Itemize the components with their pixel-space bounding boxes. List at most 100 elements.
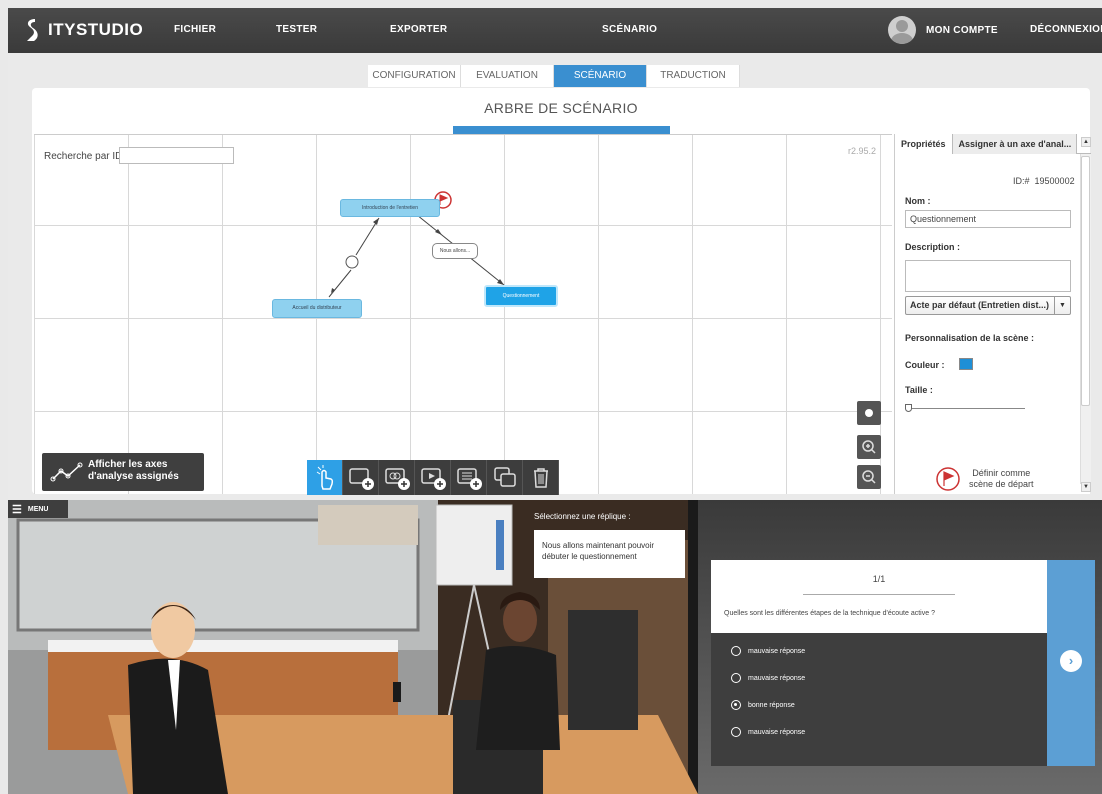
trash-icon xyxy=(534,468,548,488)
answer-option[interactable]: mauvaise réponse xyxy=(731,646,805,656)
customization-label: Personnalisation de la scène : xyxy=(905,333,1035,343)
tab-properties[interactable]: Propriétés xyxy=(895,134,953,154)
pointer-tool-button[interactable] xyxy=(307,460,343,495)
show-analysis-axes-button[interactable]: Afficher les axes d'analyse assignés xyxy=(42,453,204,491)
hand-pointer-icon xyxy=(316,465,334,490)
reply-option[interactable]: Nous allons maintenant pouvoir débuter l… xyxy=(534,530,685,578)
properties-tabs: Propriétés Assigner à un axe d'anal... xyxy=(895,134,1091,154)
tab-scenario[interactable]: SCÉNARIO xyxy=(554,65,647,87)
start-scene-label: Définir comme scène de départ xyxy=(969,468,1034,490)
node-id-label: ID:# xyxy=(1013,176,1030,186)
tab-configuration[interactable]: CONFIGURATION xyxy=(368,65,461,87)
node-accueil[interactable]: Accueil du distributeur xyxy=(272,299,362,318)
radio-selected-icon xyxy=(731,700,741,710)
add-scene-icon xyxy=(349,468,374,490)
size-label: Taille : xyxy=(905,385,933,395)
add-link-icon xyxy=(385,468,410,490)
chart-line-icon xyxy=(50,462,83,482)
size-slider-thumb[interactable] xyxy=(905,404,912,412)
zoom-in-icon xyxy=(862,440,876,454)
page-title: SCÉNARIO xyxy=(602,24,658,35)
menu-fichier[interactable]: FICHIER xyxy=(174,24,216,35)
answer-label: mauvaise réponse xyxy=(748,728,806,736)
scenario-tree-title: ARBRE DE SCÉNARIO xyxy=(484,100,638,116)
tab-traduction[interactable]: TRADUCTION xyxy=(647,65,740,87)
scroll-up-icon[interactable]: ▲ xyxy=(1081,137,1091,147)
menu-label: MENU xyxy=(27,505,49,513)
description-label: Description : xyxy=(905,242,961,252)
flag-icon xyxy=(936,467,960,491)
properties-panel: Propriétés Assigner à un axe d'anal... ▲… xyxy=(894,134,1091,494)
size-slider-track xyxy=(905,408,1025,409)
account-menu[interactable]: MON COMPTE xyxy=(888,16,998,44)
radio-icon xyxy=(731,646,741,656)
duplicate-button[interactable] xyxy=(487,460,523,495)
add-scene-button[interactable] xyxy=(343,460,379,495)
zoom-in-button[interactable] xyxy=(857,435,881,459)
properties-scrollbar-thumb[interactable] xyxy=(1081,156,1090,406)
act-select-value: Acte par défaut (Entretien dist...) xyxy=(910,300,1050,310)
add-media-icon xyxy=(421,468,446,490)
radio-icon xyxy=(731,727,741,737)
scroll-down-icon[interactable]: ▼ xyxy=(1081,482,1091,492)
next-button[interactable]: › xyxy=(1060,650,1082,672)
logo-text: ITYSTUDIO xyxy=(48,20,144,39)
node-introduction[interactable]: Introduction de l'entretien xyxy=(340,199,440,217)
node-id: ID:# 19500002 xyxy=(1013,176,1075,186)
scenario-canvas[interactable]: Recherche par ID r2.95.2 Introduction de… xyxy=(34,134,892,495)
center-view-button[interactable] xyxy=(857,401,881,425)
tree-connectors xyxy=(328,191,505,298)
target-icon xyxy=(865,409,873,417)
logo[interactable]: ITYSTUDIO xyxy=(22,17,143,43)
title-accent-bar xyxy=(453,126,670,134)
menu-tester[interactable]: TESTER xyxy=(276,24,317,35)
name-label: Nom : xyxy=(905,196,931,206)
description-field[interactable] xyxy=(905,260,1071,292)
tab-evaluation[interactable]: EVALUATION xyxy=(461,65,554,87)
menu-exporter[interactable]: EXPORTER xyxy=(390,24,447,35)
radio-icon xyxy=(731,673,741,683)
menu-button[interactable]: ☰ MENU xyxy=(8,500,68,518)
answer-label: mauvaise réponse xyxy=(748,674,806,682)
node-questionnement[interactable]: Questionnement xyxy=(484,285,558,307)
delete-button[interactable] xyxy=(523,460,559,495)
answer-label: mauvaise réponse xyxy=(748,647,806,655)
tab-assign-axis[interactable]: Assigner à un axe d'anal... xyxy=(952,134,1077,154)
size-slider[interactable] xyxy=(905,400,1025,414)
zoom-out-icon xyxy=(862,470,876,484)
app-window: ITYSTUDIO FICHIER TESTER EXPORTER SCÉNAR… xyxy=(8,8,1102,794)
question-text: Quelles sont les différentes étapes de l… xyxy=(724,610,935,617)
account-label: MON COMPTE xyxy=(926,24,998,36)
add-media-button[interactable] xyxy=(415,460,451,495)
scenario-tree-panel: ARBRE DE SCÉNARIO Recherche par ID r2.95… xyxy=(32,88,1091,495)
act-select[interactable]: Acte par défaut (Entretien dist...) ▼ xyxy=(905,296,1071,315)
zoom-out-button[interactable] xyxy=(857,465,881,489)
node-toolbar xyxy=(307,460,559,495)
avatar xyxy=(888,16,916,44)
start-scene-line1: Définir comme xyxy=(972,468,1031,478)
answer-option[interactable]: bonne réponse xyxy=(731,700,795,710)
color-swatch[interactable] xyxy=(959,358,973,370)
color-label: Couleur : xyxy=(905,360,945,370)
add-list-icon xyxy=(457,468,482,490)
set-start-scene-button[interactable]: Définir comme scène de départ xyxy=(905,464,1075,494)
answer-option[interactable]: mauvaise réponse xyxy=(731,673,805,683)
answer-option[interactable]: mauvaise réponse xyxy=(731,727,805,737)
axes-button-line2: d'analyse assignés xyxy=(88,471,179,482)
add-list-button[interactable] xyxy=(451,460,487,495)
hamburger-icon: ☰ xyxy=(12,503,22,516)
add-link-button[interactable] xyxy=(379,460,415,495)
dialogue-bubble[interactable]: Nous allons... xyxy=(432,243,478,259)
axes-button-line1: Afficher les axes xyxy=(88,459,168,470)
name-field[interactable]: Questionnement xyxy=(905,210,1071,228)
quiz-area: 1/1 Quelles sont les différentes étapes … xyxy=(698,500,1102,794)
counter-divider xyxy=(803,594,955,595)
chevron-down-icon: ▼ xyxy=(1054,297,1070,314)
logout-button[interactable]: DÉCONNEXION xyxy=(1030,24,1102,35)
question-counter: 1/1 xyxy=(872,574,886,584)
3d-scene[interactable]: ☰ MENU Sélectionnez une réplique : Nous … xyxy=(8,500,698,794)
node-id-value: 19500002 xyxy=(1034,176,1075,186)
simulation-preview: ☰ MENU Sélectionnez une réplique : Nous … xyxy=(8,500,1102,794)
start-scene-line2: scène de départ xyxy=(969,479,1034,489)
answers-list: mauvaise réponse mauvaise réponse bonne … xyxy=(711,633,1047,766)
